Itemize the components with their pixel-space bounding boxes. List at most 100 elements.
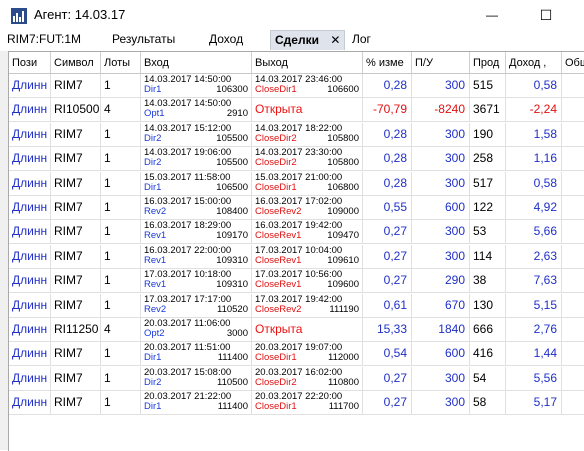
cell-exit: 20.03.2017 16:02:00 CloseDir2 110800: [252, 366, 363, 391]
cell-total: [562, 172, 584, 196]
table-row[interactable]: Длинн RIM7 1 14.03.2017 19:06:00 Dir2 105500 1…: [9, 147, 584, 172]
table-row[interactable]: Длинн RIM7 1 20.03.2017 15:08:00 Dir2 110500 2…: [9, 366, 584, 391]
cell-profit-loss: 300: [412, 244, 470, 269]
cell-exit: Открыта: [252, 98, 363, 123]
symbol-label: RIM7:FUT:1M: [7, 32, 82, 46]
cell-lots: 1: [101, 244, 141, 269]
cell-total: [562, 245, 584, 269]
cell-total: [562, 220, 584, 245]
cell-lots: 4: [101, 98, 141, 123]
tab-results[interactable]: Результаты: [112, 30, 175, 49]
entry-price: 109310: [216, 279, 248, 291]
exit-price: 110800: [328, 376, 359, 388]
chart-app-icon: [11, 8, 27, 24]
entry-signal-name: Dir1: [144, 401, 162, 413]
minimize-button[interactable]: —: [472, 4, 512, 26]
table-row[interactable]: Длинн RI10500 4 14.03.2017 14:50:00 Opt1 2910…: [9, 98, 584, 123]
entry-signal-name: Opt1: [144, 108, 165, 120]
col-header-duration[interactable]: Прод: [470, 52, 506, 74]
cell-profit-loss: 300: [412, 122, 470, 147]
cell-duration: 517: [470, 171, 506, 196]
cell-duration: 3671: [470, 98, 506, 123]
cell-entry: 16.03.2017 18:29:00 Rev1 109170: [141, 220, 252, 245]
cell-exit: 17.03.2017 19:42:00 CloseRev2 111190: [252, 293, 363, 318]
cell-position: Длинн: [9, 74, 51, 98]
cell-duration: 130: [470, 293, 506, 318]
exit-signal-name: CloseDir1: [255, 401, 297, 413]
table-row[interactable]: Длинн RIM7 1 16.03.2017 15:00:00 Rev2 108400 1…: [9, 196, 584, 220]
entry-signal-name: Rev1: [144, 279, 167, 291]
cell-total: [562, 269, 584, 294]
col-header-exit[interactable]: Выход: [252, 52, 363, 74]
cell-income: 5,66: [506, 220, 562, 245]
col-header-lots[interactable]: Лоты: [101, 52, 141, 74]
table-row[interactable]: Длинн RIM7 1 15.03.2017 11:58:00 Dir1 106500 1…: [9, 171, 584, 196]
cell-entry: 20.03.2017 15:08:00 Dir2 110500: [141, 366, 252, 391]
cell-position: Длинн: [9, 171, 51, 196]
entry-signal-name: Dir2: [144, 376, 162, 388]
cell-lots: 1: [101, 269, 141, 294]
cell-exit: 16.03.2017 19:42:00 CloseRev1 109470: [252, 220, 363, 245]
cell-income: -2,24: [506, 98, 562, 123]
cell-duration: 53: [470, 220, 506, 245]
cell-symbol: RIM7: [51, 391, 101, 416]
cell-income: 4,92: [506, 196, 562, 220]
cell-position: Длинн: [9, 122, 51, 147]
exit-signal-name: CloseDir2: [255, 132, 297, 144]
cell-duration: 38: [470, 269, 506, 294]
cell-entry: 16.03.2017 22:00:00 Rev1 109310: [141, 244, 252, 269]
col-header-position[interactable]: Пози: [9, 52, 51, 74]
tab-income[interactable]: Доход: [209, 30, 243, 49]
col-header-profit-loss[interactable]: П/У: [412, 52, 470, 74]
table-row[interactable]: Длинн RIM7 1 17.03.2017 17:17:00 Rev2 110520 1…: [9, 293, 584, 318]
cell-symbol: RIM7: [51, 196, 101, 220]
table-row[interactable]: Длинн RIM7 1 16.03.2017 18:29:00 Rev1 109170 1…: [9, 220, 584, 245]
entry-price: 105500: [216, 132, 248, 144]
col-header-entry[interactable]: Вход: [141, 52, 252, 74]
table-row[interactable]: Длинн RIM7 1 16.03.2017 22:00:00 Rev1 109310 1…: [9, 244, 584, 269]
cell-total: [562, 391, 584, 416]
cell-profit-loss: 290: [412, 269, 470, 294]
cell-pct-change: 0,27: [363, 366, 412, 391]
maximize-button[interactable]: ☐: [526, 4, 566, 26]
cell-position: Длинн: [9, 391, 51, 416]
tab-bar: RIM7:FUT:1M Результаты Доход Сделки ✕ Ло…: [0, 30, 584, 50]
exit-signal-name: CloseDir2: [255, 157, 297, 169]
table-row[interactable]: Длинн RI11250 4 20.03.2017 11:06:00 Opt2 3000…: [9, 318, 584, 342]
cell-income: 0,58: [506, 171, 562, 196]
entry-price: 111400: [217, 401, 248, 413]
cell-position: Длинн: [9, 293, 51, 318]
col-header-total[interactable]: Общ: [562, 52, 584, 74]
cell-position: Длинн: [9, 98, 51, 123]
cell-entry: 14.03.2017 14:50:00 Opt1 2910: [141, 98, 252, 123]
tab-log[interactable]: Лог: [352, 30, 371, 49]
entry-signal-name: Rev2: [144, 303, 167, 315]
close-icon[interactable]: ✕: [330, 31, 340, 49]
cell-duration: 122: [470, 196, 506, 220]
exit-price: 109600: [327, 279, 359, 291]
cell-duration: 258: [470, 147, 506, 172]
table-row[interactable]: Длинн RIM7 1 20.03.2017 21:22:00 Dir1 111400 2…: [9, 391, 584, 416]
entry-signal-name: Dir1: [144, 181, 162, 193]
cell-entry: 14.03.2017 15:12:00 Dir2 105500: [141, 122, 252, 147]
table-row[interactable]: Длинн RIM7 1 14.03.2017 15:12:00 Dir2 105500 1…: [9, 122, 584, 147]
table-row[interactable]: Длинн RIM7 1 20.03.2017 11:51:00 Dir1 111400 2…: [9, 342, 584, 367]
cell-symbol: RIM7: [51, 366, 101, 391]
cell-entry: 20.03.2017 21:22:00 Dir1 111400: [141, 391, 252, 416]
cell-lots: 1: [101, 342, 141, 367]
exit-signal-name: CloseDir1: [255, 84, 297, 95]
cell-total: [562, 318, 584, 342]
maximize-icon: ☐: [539, 6, 553, 23]
table-row[interactable]: Длинн RIM7 1 14.03.2017 14:50:00 Dir1 106300 1…: [9, 74, 584, 98]
cell-symbol: RIM7: [51, 220, 101, 245]
col-header-symbol[interactable]: Символ: [51, 52, 101, 74]
exit-price: 106800: [327, 181, 359, 193]
trades-grid: Пози Символ Лоты Вход Выход % изме П/У П…: [8, 51, 584, 451]
tab-trades[interactable]: Сделки ✕: [270, 30, 346, 50]
table-row[interactable]: Длинн RIM7 1 17.03.2017 10:18:00 Rev1 109310 1…: [9, 269, 584, 294]
col-header-income[interactable]: Доход ,: [506, 52, 562, 74]
col-header-pct-change[interactable]: % изме: [363, 52, 412, 74]
cell-position: Длинн: [9, 220, 51, 245]
cell-symbol: RIM7: [51, 269, 101, 294]
cell-lots: 1: [101, 366, 141, 391]
